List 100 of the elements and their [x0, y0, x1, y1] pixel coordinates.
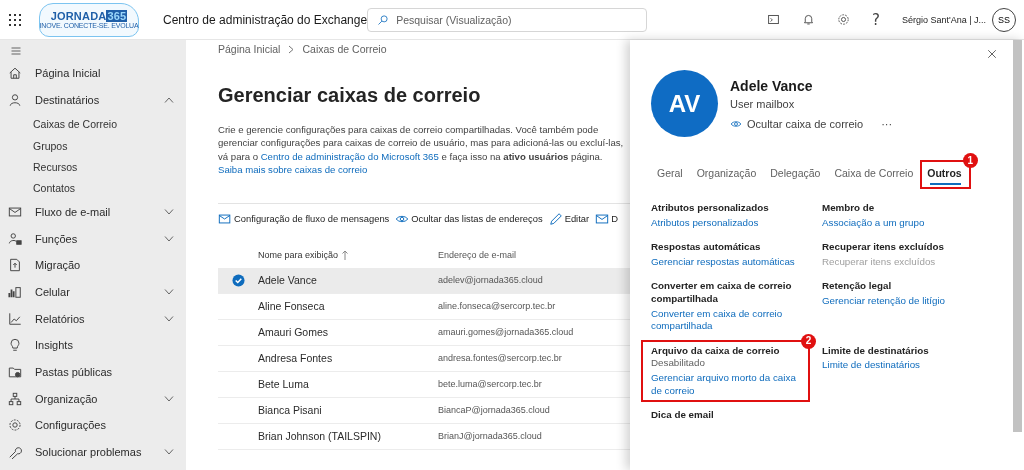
avatar: AV: [651, 70, 718, 137]
chart-icon: [8, 311, 22, 326]
nav-item[interactable]: Funções: [0, 225, 186, 252]
nav-item[interactable]: Pastas públicas: [0, 358, 186, 386]
chevron-down-icon: [164, 288, 174, 295]
nav-subitem[interactable]: Contatos: [0, 177, 186, 199]
section-link[interactable]: Gerenciar retenção de litígio: [822, 294, 988, 308]
hide-mailbox-button[interactable]: Ocultar caixa de correio: [730, 117, 864, 130]
table-cell-text: Andresa Fontes: [258, 352, 334, 365]
nav-item[interactable]: Relatórios: [0, 305, 186, 332]
section-link[interactable]: Converter em caixa de correio compartilhada: [651, 307, 816, 333]
nav-item[interactable]: Organização: [0, 385, 186, 413]
sort-arrow-icon: [342, 249, 349, 260]
envelope-icon: [595, 211, 610, 226]
phone-chart-icon: [8, 284, 22, 299]
table-cell-text: Amauri Gomes: [258, 326, 330, 339]
tab[interactable]: Delegação: [764, 161, 829, 188]
chevron-down-icon: [164, 395, 174, 402]
table-row[interactable]: Bete Luma bete.luma@sercorp.tec.br: [218, 371, 630, 398]
chevron-right-icon: [288, 44, 295, 54]
app-launcher-icon[interactable]: [9, 13, 21, 26]
person-lock-icon: [8, 231, 22, 246]
org-chart-icon: [8, 391, 22, 406]
table-cell-text: Adele Vance: [258, 274, 318, 287]
lightbulb-icon: [8, 338, 22, 353]
table-row[interactable]: Aline Fonseca aline.fonseca@sercorp.tec.br: [218, 293, 630, 320]
nav-item[interactable]: Fluxo de e-mail: [0, 198, 186, 226]
chevron-down-icon: [164, 235, 174, 242]
table-cell-text: adelev@jornada365.cloud: [438, 275, 544, 286]
toolbar-button[interactable]: Editar: [548, 211, 590, 226]
check-circle-icon[interactable]: [231, 273, 245, 287]
search-icon: [377, 13, 390, 26]
tab[interactable]: Organização: [690, 161, 765, 188]
nav-item[interactable]: Destinatários: [0, 86, 186, 114]
table-cell-text: Brian Johnson (TAILSPIN): [258, 430, 382, 443]
search-field[interactable]: Pesquisar (Visualização): [367, 7, 647, 32]
section-link[interactable]: Gerenciar respostas automáticas: [651, 255, 816, 269]
admin-center-link[interactable]: Centro de administração do Microsoft 365: [260, 150, 439, 162]
section-title: Retenção legal: [822, 280, 893, 293]
home-icon: [8, 66, 22, 81]
page-title: Gerenciar caixas de correio: [218, 84, 482, 107]
column-header[interactable]: Nome para exibição: [258, 249, 438, 260]
table-cell-text: Bete Luma: [258, 378, 310, 391]
column-header[interactable]: Endereço de e-mail: [438, 249, 630, 260]
table-row[interactable]: Bianca Pisani BiancaP@jornada365.cloud: [218, 397, 630, 424]
tab[interactable]: Caixa de Correio: [828, 161, 922, 188]
help-button[interactable]: ?: [871, 10, 880, 29]
nav-item[interactable]: Página Inicial: [0, 60, 186, 87]
table-cell-text: aline.fonseca@sercorp.tec.br: [438, 301, 557, 312]
user-name: Adele Vance: [730, 77, 814, 94]
chevron-down-icon: [164, 449, 174, 456]
table-row[interactable]: Andresa Fontes andresa.fontes@sercorp.tec.br: [218, 345, 630, 372]
toolbar-button[interactable]: D: [595, 211, 618, 226]
section-link[interactable]: Associação a um grupo: [822, 216, 988, 230]
table-cell-text: bete.luma@sercorp.tec.br: [438, 379, 543, 390]
app-title: Centro de administração do Exchange: [163, 12, 368, 27]
table-row[interactable]: Adele Vance adelev@jornada365.cloud: [218, 267, 630, 294]
section-title: Dica de email: [651, 409, 715, 422]
nav-item[interactable]: Migração: [0, 251, 186, 279]
pencil-icon: [548, 211, 563, 226]
section-link[interactable]: Atributos personalizados: [651, 216, 816, 230]
toolbar-button[interactable]: Ocultar das listas de endereços: [395, 211, 543, 226]
scrollbar[interactable]: [1013, 40, 1022, 432]
nav-item[interactable]: Solucionar problemas: [0, 438, 186, 466]
section-title: Limite de destinatários: [822, 344, 930, 358]
learn-more-link[interactable]: Saiba mais sobre caixas de correio: [218, 163, 368, 177]
document-icon: [8, 258, 22, 273]
nav-subitem[interactable]: Caixas de Correio: [0, 113, 186, 135]
callout-badge: 1: [962, 153, 978, 168]
tab[interactable]: Geral: [651, 161, 691, 188]
mailbox-type: User mailbox: [730, 97, 796, 110]
wrench-icon: [8, 445, 22, 460]
callout-badge: 2: [801, 333, 816, 349]
nav-item[interactable]: Configurações: [0, 412, 186, 439]
nav-subitem[interactable]: Recursos: [0, 155, 186, 178]
table-cell-text: andresa.fontes@sercorp.tec.br: [438, 353, 563, 364]
nav-item[interactable]: Celular: [0, 278, 186, 306]
table-row[interactable]: Amauri Gomes amauri.gomes@jornada365.cloud: [218, 319, 630, 346]
chevron-down-icon: [164, 208, 174, 215]
toolbar-button[interactable]: Configuração de fluxo de mensagens: [218, 211, 390, 226]
section-link[interactable]: Limite de destinatários: [822, 359, 988, 372]
breadcrumb-link[interactable]: Caixas de Correio: [302, 43, 387, 55]
chevron-down-icon: [164, 315, 174, 322]
envelope-icon: [8, 204, 22, 219]
section-link[interactable]: Gerenciar arquivo morto da caixa de correio: [651, 371, 802, 398]
more-options-button[interactable]: ···: [881, 117, 893, 130]
section-title: Membro de: [822, 202, 876, 215]
settings-icon: [8, 418, 22, 433]
section-title: Atributos personalizados: [651, 202, 770, 215]
description-text: Crie e gerencie configurações para caixas de correio compartilhadas. Você também pode gerenciar configurações para caixas de correio de usuário, mas para adicioná-las ou excluí-las, vá para o Centro de administração do Microsoft 365 e faça isso na ativo usuários página. Saiba mais sobre caixas de correio: [218, 123, 625, 177]
user-name: Sérgio Sant'Ana | J...: [901, 14, 986, 25]
breadcrumb-link[interactable]: Página Inicial: [218, 43, 281, 55]
table-cell-text: Aline Fonseca: [258, 300, 326, 313]
nav-item[interactable]: Insights: [0, 332, 186, 359]
table-cell-text: amauri.gomes@jornada365.cloud: [438, 327, 575, 338]
nav-subitem[interactable]: Grupos: [0, 134, 186, 156]
section-title: Arquivo da caixa de correio: [651, 344, 781, 358]
status-text: Desabilitado: [651, 357, 706, 370]
table-cell-text: Bianca Pisani: [258, 404, 323, 417]
table-row[interactable]: Brian Johnson (TAILSPIN) BrianJ@jornada365.cloud: [218, 423, 630, 450]
